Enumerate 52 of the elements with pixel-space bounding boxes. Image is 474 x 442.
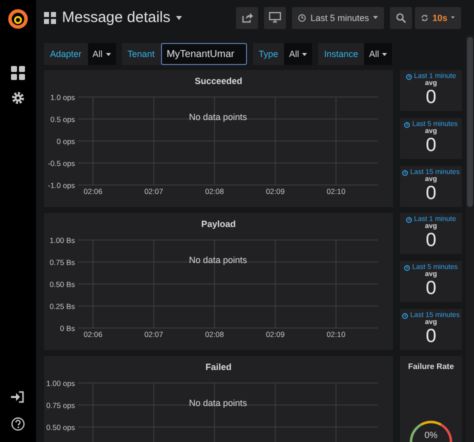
clock-icon	[402, 312, 408, 318]
gauge-value: 0%	[424, 430, 438, 440]
stat-value: 0	[426, 88, 436, 107]
tenant-input[interactable]: MyTenantUmar	[160, 43, 247, 65]
stat-value: 0	[426, 136, 436, 155]
variable-label: Tenant	[122, 43, 161, 65]
stat-value: 0	[426, 327, 436, 346]
display-mode-button[interactable]	[264, 6, 286, 28]
help-icon[interactable]	[11, 417, 25, 431]
dashboard-title[interactable]: Message details	[44, 9, 182, 26]
settings-icon[interactable]	[11, 91, 25, 105]
clock-icon	[404, 122, 410, 128]
no-data-message: No data points	[188, 255, 248, 265]
caret-icon	[176, 16, 182, 20]
monitor-icon	[269, 12, 282, 23]
share-icon	[242, 12, 253, 22]
zoom-out-button[interactable]	[390, 6, 412, 28]
clock-icon	[404, 264, 410, 270]
caret-icon	[106, 52, 111, 56]
variable-label: Adapter	[44, 43, 88, 65]
caret-icon	[382, 52, 388, 56]
clock-icon	[402, 170, 408, 176]
logo-icon[interactable]	[8, 9, 28, 29]
refresh-icon	[421, 12, 428, 22]
panel-title: Payload	[200, 218, 237, 231]
time-range-picker[interactable]: Last 5 minutes	[292, 6, 384, 28]
clock-icon	[406, 74, 412, 80]
stat-value: 0	[426, 184, 436, 203]
variable-label: Instance	[318, 43, 364, 65]
panel-title: Failed	[204, 361, 232, 374]
caret-icon	[373, 16, 378, 19]
refresh-picker[interactable]: 10s	[415, 6, 461, 28]
scrollbar-thumb[interactable]	[467, 37, 473, 207]
dashboards-icon[interactable]	[11, 66, 25, 80]
no-data-message: No data points	[188, 112, 248, 122]
search-icon	[396, 12, 406, 22]
clock-icon	[406, 216, 412, 222]
variable-label: Type	[252, 43, 284, 65]
caret-icon	[451, 16, 455, 19]
stat-value: 0	[426, 279, 436, 298]
grid-icon	[44, 12, 56, 24]
variable-dropdown[interactable]: All	[88, 43, 116, 65]
panel-title: Succeeded	[194, 75, 244, 88]
stat-value: 0	[426, 231, 436, 250]
variable-dropdown[interactable]: All	[364, 43, 392, 65]
share-button[interactable]	[236, 6, 258, 28]
sign-in-icon[interactable]	[11, 391, 25, 403]
panel-title: Failure Rate	[408, 362, 454, 371]
no-data-message: No data points	[188, 398, 248, 408]
clock-icon	[298, 14, 306, 22]
variable-dropdown[interactable]: All	[284, 43, 312, 65]
caret-icon	[302, 52, 308, 56]
